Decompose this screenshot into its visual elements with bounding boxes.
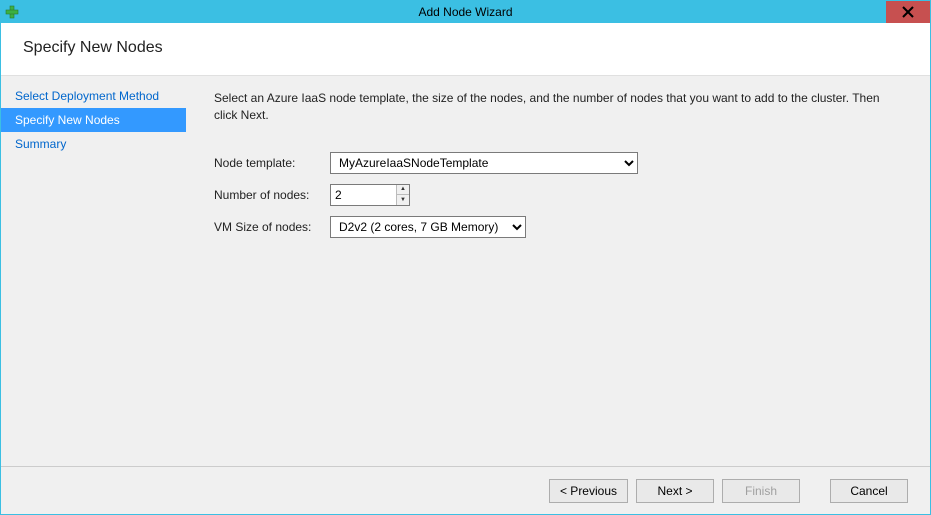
step-summary[interactable]: Summary (1, 132, 186, 156)
row-node-count: Number of nodes: ▲ ▼ (214, 184, 902, 206)
wizard-footer: < Previous Next > Finish Cancel (1, 466, 930, 514)
label-vm-size: VM Size of nodes: (214, 220, 330, 234)
step-select-deployment[interactable]: Select Deployment Method (1, 84, 186, 108)
step-down-button[interactable]: ▼ (397, 195, 409, 205)
title-bar: Add Node Wizard (1, 1, 930, 23)
step-up-button[interactable]: ▲ (397, 185, 409, 196)
wizard-body: Select Deployment Method Specify New Nod… (1, 76, 930, 466)
finish-button: Finish (722, 479, 800, 503)
node-count-stepper[interactable]: ▲ ▼ (330, 184, 410, 206)
app-icon (5, 5, 19, 19)
label-node-count: Number of nodes: (214, 188, 330, 202)
wizard-steps: Select Deployment Method Specify New Nod… (1, 76, 186, 466)
row-vm-size: VM Size of nodes: D2v2 (2 cores, 7 GB Me… (214, 216, 902, 238)
step-specify-nodes[interactable]: Specify New Nodes (1, 108, 186, 132)
stepper-controls: ▲ ▼ (396, 185, 409, 205)
previous-button[interactable]: < Previous (549, 479, 628, 503)
window-title: Add Node Wizard (418, 5, 512, 19)
close-button[interactable] (886, 1, 930, 23)
node-template-select[interactable]: MyAzureIaaSNodeTemplate (330, 152, 638, 174)
label-node-template: Node template: (214, 156, 330, 170)
wizard-content: Select an Azure IaaS node template, the … (186, 76, 930, 466)
vm-size-select[interactable]: D2v2 (2 cores, 7 GB Memory) (330, 216, 526, 238)
wizard-window: Add Node Wizard Specify New Nodes Select… (0, 0, 931, 515)
instruction-text: Select an Azure IaaS node template, the … (214, 90, 902, 124)
next-button[interactable]: Next > (636, 479, 714, 503)
close-icon (902, 6, 914, 18)
cancel-button[interactable]: Cancel (830, 479, 908, 503)
page-title: Specify New Nodes (23, 39, 908, 57)
row-node-template: Node template: MyAzureIaaSNodeTemplate (214, 152, 902, 174)
node-count-input[interactable] (331, 185, 396, 205)
wizard-header: Specify New Nodes (1, 23, 930, 76)
